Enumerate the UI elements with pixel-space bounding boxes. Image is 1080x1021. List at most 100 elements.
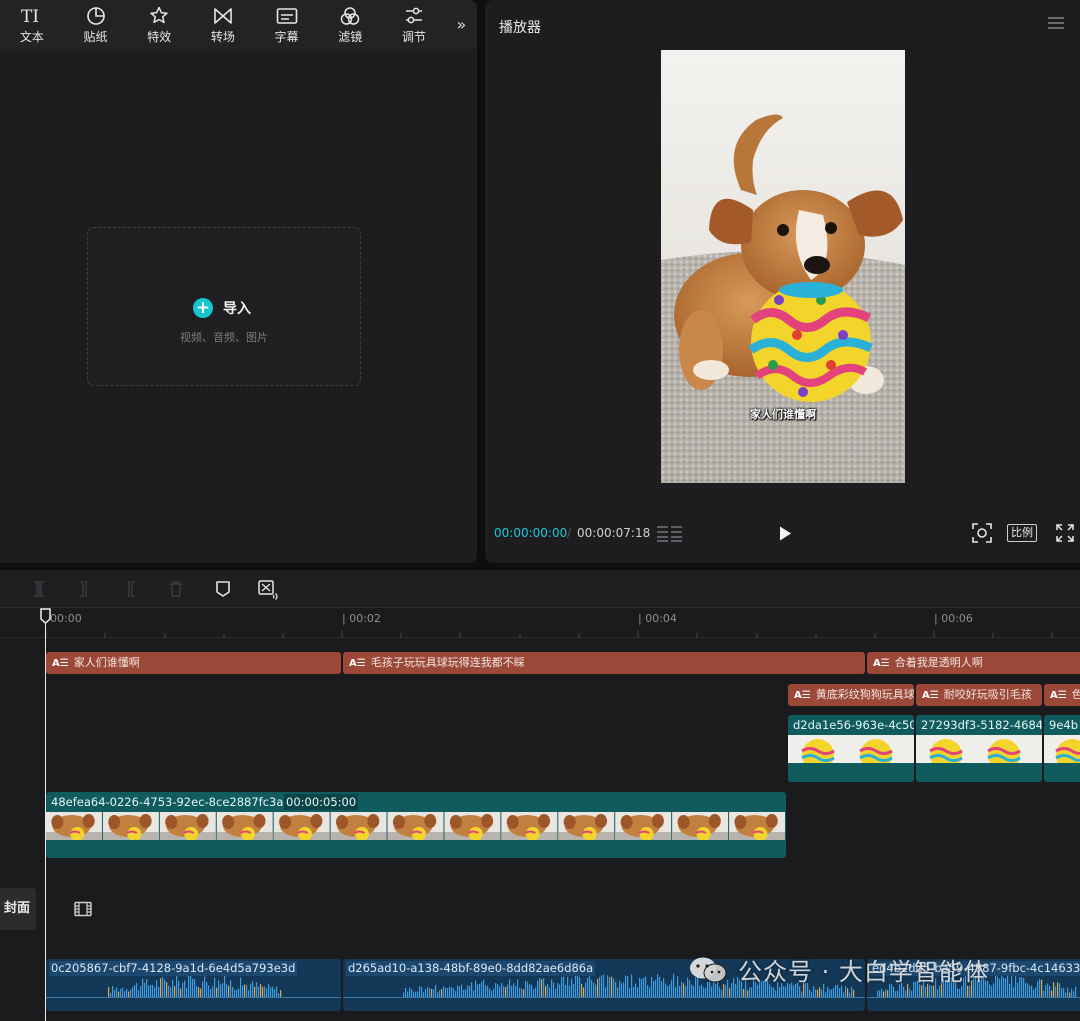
tool-transition[interactable]: 转场	[191, 0, 255, 49]
import-row: + 导入	[193, 298, 251, 318]
waveform-bar	[1049, 985, 1051, 997]
waveform-bar	[719, 987, 721, 997]
text-clip-label: 色	[1071, 688, 1080, 701]
waveform-bar	[1037, 981, 1039, 997]
video-clip-label: 48efea64-0226-4753-92ec-8ce2887fc3a3	[51, 795, 291, 809]
playhead-handle[interactable]	[40, 608, 51, 624]
tool-filter[interactable]: 滤镜	[318, 0, 382, 49]
menu-icon[interactable]	[1048, 17, 1064, 31]
waveform-bar	[921, 985, 923, 997]
split-left-icon[interactable]	[76, 580, 94, 598]
more-tools-button[interactable]: »	[446, 0, 477, 49]
filter-icon	[340, 7, 360, 25]
audio-clip[interactable]: 0c205867-cbf7-4128-9a1d-6e4d5a793e3d	[46, 959, 341, 1011]
waveform-bar	[617, 987, 619, 997]
waveform-bar	[831, 989, 833, 997]
video-clip[interactable]: 27293df3-5182-4684-	[916, 715, 1042, 782]
waveform-bar	[248, 990, 250, 997]
play-icon[interactable]	[777, 525, 793, 542]
waveform-bar	[925, 987, 927, 997]
waveform-bar	[198, 987, 200, 997]
waveform-bar	[182, 982, 184, 997]
waveform-bar	[771, 987, 773, 997]
waveform-bar	[1055, 986, 1057, 997]
import-dropzone[interactable]: + 导入 视频、音频、图片	[87, 227, 361, 386]
waveform-bar	[933, 985, 935, 997]
waveform-bar	[499, 986, 501, 997]
waveform-bar	[743, 988, 745, 997]
watermark: 公众号 · 大白学智能体	[688, 952, 989, 987]
waveform-bar	[200, 988, 202, 997]
text-clip[interactable]: A☰ 合着我是透明人啊	[867, 652, 1080, 674]
text-clip[interactable]: A☰ 黄底彩纹狗狗玩具球	[788, 684, 914, 706]
waveform-bar	[931, 985, 933, 997]
waveform-bar	[1067, 987, 1069, 997]
waveform-bar	[677, 976, 679, 997]
waveform-bar	[1023, 977, 1025, 997]
waveform-toggle-icon[interactable]	[657, 525, 683, 542]
film-icon[interactable]	[74, 901, 92, 917]
tool-text[interactable]: TI 文本	[0, 0, 64, 49]
timeline-ruler[interactable]	[0, 608, 1080, 638]
waveform-bar	[699, 985, 701, 997]
ratio-button[interactable]: 比例	[1007, 524, 1037, 542]
tool-effects[interactable]: 特效	[127, 0, 191, 49]
waveform-bar	[447, 988, 449, 997]
tool-sticker[interactable]: 贴纸	[64, 0, 128, 49]
waveform-bar	[240, 977, 242, 997]
text-clip-icon: A☰	[873, 658, 890, 669]
waveform-bar	[178, 980, 180, 997]
waveform-bar	[661, 981, 663, 997]
waveform-bar	[1021, 977, 1023, 997]
fullscreen-icon[interactable]	[1056, 524, 1074, 542]
split-icon[interactable]	[30, 580, 48, 598]
split-right-icon[interactable]	[121, 580, 139, 598]
waveform-bar	[254, 986, 256, 997]
waveform-bar	[154, 987, 156, 997]
waveform-bar	[679, 985, 681, 997]
video-clip[interactable]: d2da1e56-963e-4c50-	[788, 715, 914, 782]
focus-icon[interactable]	[972, 523, 992, 543]
cover-button[interactable]: 封面	[0, 888, 36, 930]
video-clip-label: d2da1e56-963e-4c50-	[793, 718, 914, 732]
waveform-bar	[274, 989, 276, 997]
waveform-bar	[493, 988, 495, 997]
waveform-bar	[1003, 977, 1005, 997]
text-clip[interactable]: A☰ 毛孩子玩玩具球玩得连我都不睬	[343, 652, 865, 674]
text-clip[interactable]: A☰ 家人们谁懂啊	[46, 652, 341, 674]
timecode-separator: /	[567, 526, 572, 540]
video-preview[interactable]: 家人们谁懂啊	[661, 50, 905, 483]
waveform-bar	[435, 984, 437, 997]
waveform-bar	[108, 986, 110, 997]
waveform-bar	[527, 981, 529, 997]
waveform-bar	[212, 986, 214, 997]
tool-adjust[interactable]: 调节	[382, 0, 446, 49]
waveform-bar	[853, 989, 855, 997]
waveform-bar	[903, 986, 905, 997]
waveform-bar	[1011, 976, 1013, 997]
player-panel: 播放器 家人们谁懂啊 00:00:00:00 / 00:00:07:18 比例	[485, 0, 1080, 563]
waveform-bar	[1075, 986, 1077, 997]
waveform-bar	[557, 982, 559, 997]
timecode-total: 00:00:07:18	[577, 526, 651, 540]
thumbnail-frame	[615, 812, 672, 841]
waveform-bar	[991, 986, 993, 997]
main-video-clip[interactable]: 48efea64-0226-4753-92ec-8ce2887fc3a3 00:…	[46, 792, 786, 858]
marker-icon[interactable]	[214, 580, 232, 598]
playhead-line[interactable]	[45, 614, 46, 1021]
text-clip[interactable]: A☰ 耐咬好玩吸引毛孩	[916, 684, 1042, 706]
waveform-bar	[132, 986, 134, 997]
waveform-bar	[685, 985, 687, 997]
smart-cut-icon[interactable]	[258, 580, 278, 600]
waveform-bar	[144, 982, 146, 997]
video-clip[interactable]: 9e4b	[1044, 715, 1080, 782]
delete-icon[interactable]	[167, 580, 185, 598]
waveform-bar	[206, 982, 208, 997]
tool-subtitle[interactable]: 字幕	[255, 0, 319, 49]
text-clip-icon: A☰	[52, 658, 69, 669]
waveform-bar	[969, 985, 971, 997]
waveform-bar	[166, 982, 168, 997]
waveform-bar	[122, 987, 124, 997]
text-clip[interactable]: A☰ 色	[1044, 684, 1080, 706]
waveform-bar	[433, 989, 435, 997]
